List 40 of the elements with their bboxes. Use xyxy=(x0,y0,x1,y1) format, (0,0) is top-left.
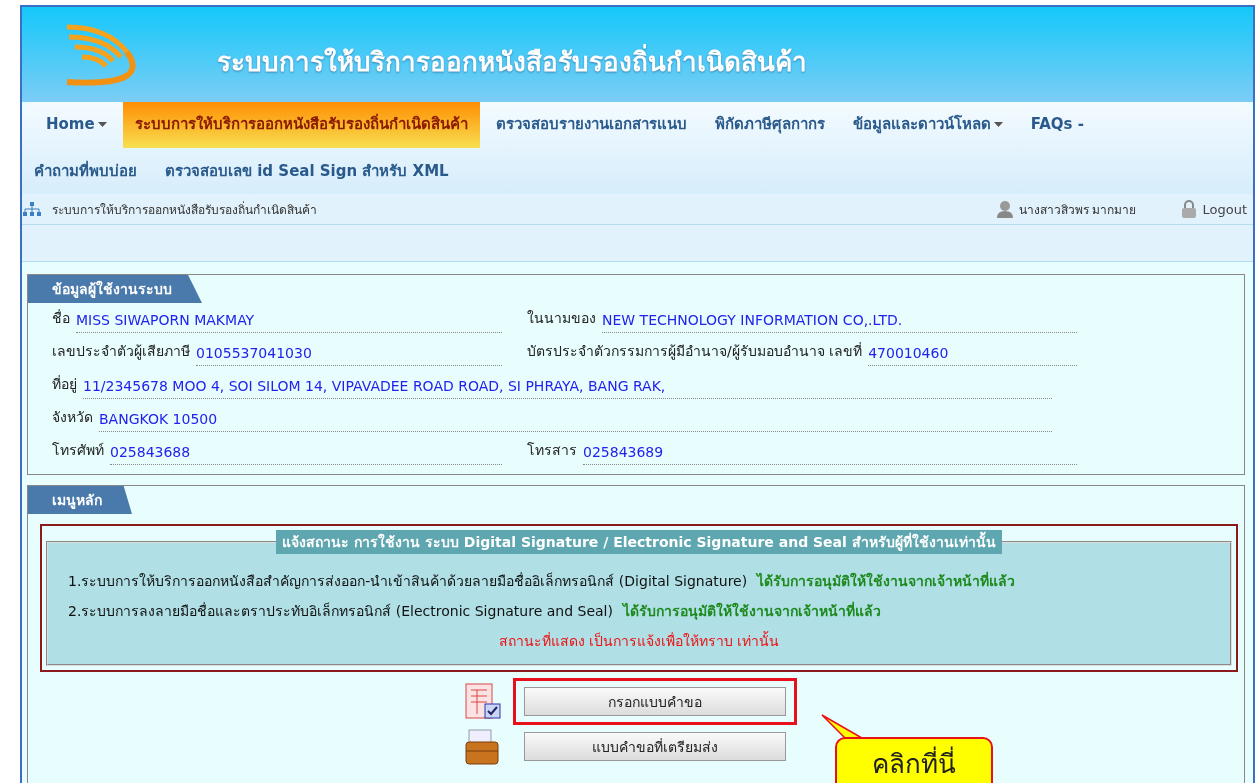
approval-status: ได้รับการอนุมัติให้ใช้งานจากเจ้าหน้าที่แล้ว xyxy=(622,600,881,622)
field-value: 025843689 xyxy=(583,443,1077,465)
field-label: โทรศัพท์ xyxy=(52,440,104,460)
logout-link[interactable]: Logout xyxy=(1202,201,1247,217)
menu-button[interactable]: แบบคำขอที่เตรียมส่ง xyxy=(524,732,786,761)
field-value: 470010460 xyxy=(868,344,1077,366)
notice-item: 1.ระบบการให้บริการออกหนังสือสำคัญการส่งออก-นำเข้าสินค้าด้วยลายมือชื่ออิเล็กทรอนิกส์ (Digital Signature) xyxy=(68,571,748,591)
field-label: จังหวัด xyxy=(52,407,93,427)
user-name: นางสาวสิวพร มากมาย xyxy=(1018,201,1137,219)
field-label: เลขประจำตัวผู้เสียภาษี xyxy=(52,341,190,362)
nav-menu-item[interactable]: FAQs - xyxy=(1018,100,1096,148)
notice-legend: แจ้งสถานะ การใช้งาน ระบบ Digital Signature / Electronic Signature and Seal สำหรับผู้ที่ใช้งานเท่านั้น xyxy=(276,530,1002,554)
nav-menu-item[interactable]: พิกัดภาษีศุลกากร xyxy=(702,100,837,148)
notice-footnote: สถานะที่แสดง เป็นการแจ้งเพื่อให้ทราบ เท่านั้น xyxy=(497,630,781,651)
sitemap-icon xyxy=(22,202,42,216)
field-value: MISS SIWAPORN MAKMAY xyxy=(76,311,502,333)
nav-menu-item[interactable]: คำถามที่พบบ่อย xyxy=(22,147,149,195)
form-checkmark-icon xyxy=(463,681,503,722)
breadcrumb-text: ระบบการให้บริการออกหนังสือรับรองถิ่นกำเนิดสินค้า xyxy=(52,200,317,219)
field-label: ชื่อ xyxy=(52,308,70,328)
field-value: 0105537041030 xyxy=(196,344,502,366)
nav-menu-item[interactable]: ระบบการให้บริการออกหนังสือรับรองถิ่นกำเนิดสินค้า xyxy=(122,100,480,148)
lock-icon xyxy=(1181,200,1198,218)
field-label: ที่อยู่ xyxy=(52,374,77,395)
field-value: 025843688 xyxy=(110,443,502,465)
site-title: ระบบการให้บริการออกหนังสือรับรองถิ่นกำเนิดสินค้า xyxy=(217,41,807,82)
field-value: BANGKOK 10500 xyxy=(99,410,1052,432)
nav-menu-item[interactable]: ตรวจสอบเลข id Seal Sign สำหรับ XML xyxy=(153,147,461,195)
field-value: NEW TECHNOLOGY INFORMATION CO,.LTD. xyxy=(602,311,1077,333)
user-icon xyxy=(996,200,1013,218)
field-value: 11/2345678 MOO 4, SOI SILOM 14, VIPAVADEE ROAD ROAD, SI PHRAYA, BANG RAK, xyxy=(83,377,1052,399)
menu-button[interactable]: กรอกแบบคำขอ xyxy=(524,687,786,716)
notice-item: 2.ระบบการลงลายมือชื่อและตราประทับอิเล็กทรอนิกส์ (Electronic Signature and Seal) xyxy=(68,601,613,621)
field-label: โทรสาร xyxy=(527,440,577,460)
nav-menu-item[interactable]: ตรวจสอบรายงานเอกสารแนบ xyxy=(483,100,699,148)
field-label: บัตรประจำตัวกรรมการผู้มีอำนาจ/ผู้รับมอบอำนาจ เลขที่ xyxy=(527,341,863,362)
approval-status: ได้รับการอนุมัติให้ใช้งานจากเจ้าหน้าที่แล้ว xyxy=(757,570,1016,592)
nav-menu-item[interactable]: ข้อมูลและดาวน์โหลด xyxy=(840,100,1015,148)
field-label: ในนามของ xyxy=(527,308,596,328)
nav-menu-item[interactable]: Home xyxy=(34,100,119,148)
